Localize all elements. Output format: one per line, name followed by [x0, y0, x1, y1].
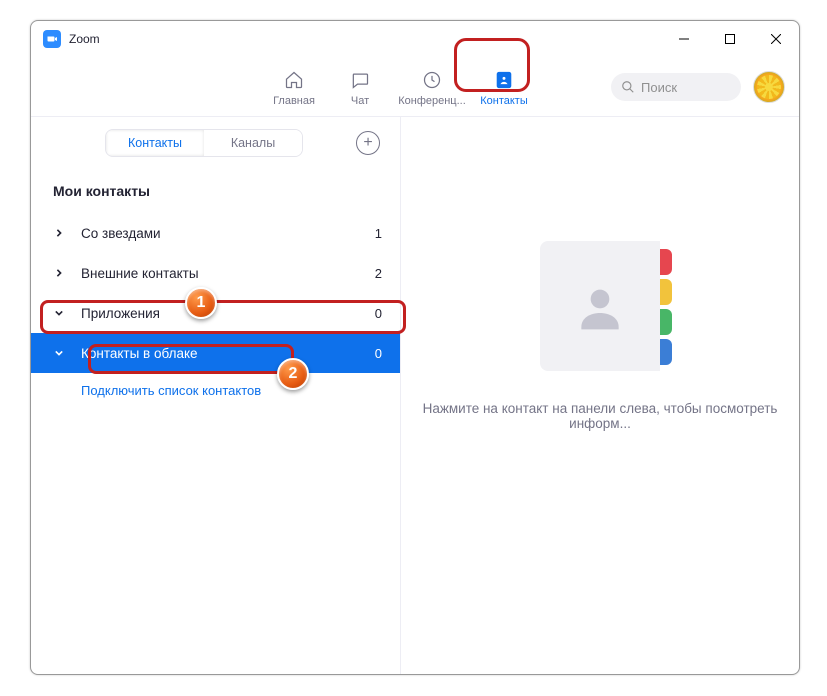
connect-contacts-link[interactable]: Подключить список контактов: [31, 373, 400, 408]
row-cloud-label: Контакты в облаке: [81, 346, 198, 361]
badge-2: 2: [277, 358, 309, 390]
sidebar: Контакты Каналы + Мои контакты Со звезда…: [31, 117, 401, 674]
clock-icon: [422, 69, 442, 91]
avatar[interactable]: [753, 71, 785, 103]
search-input[interactable]: Поиск: [611, 73, 741, 101]
nav-chat-label: Чат: [351, 95, 369, 107]
chevron-down-icon: [53, 349, 65, 357]
row-external-count: 2: [375, 266, 382, 281]
row-starred[interactable]: Со звездами 1: [31, 213, 400, 253]
contacts-illustration: [540, 241, 660, 371]
row-starred-count: 1: [375, 226, 382, 241]
main-panel: Нажмите на контакт на панели слева, чтоб…: [401, 117, 799, 674]
seg-contacts[interactable]: Контакты: [106, 130, 204, 156]
close-button[interactable]: [753, 21, 799, 57]
seg-channels[interactable]: Каналы: [204, 130, 302, 156]
nav-meetings-label: Конференц...: [398, 95, 466, 107]
section-title: Мои контакты: [31, 175, 400, 213]
add-contact-button[interactable]: +: [356, 131, 380, 155]
chevron-right-icon: [53, 269, 65, 277]
chat-icon: [350, 69, 370, 91]
nav-contacts[interactable]: Контакты: [471, 65, 537, 107]
app-icon: [43, 30, 61, 48]
row-cloud-count: 0: [375, 346, 382, 361]
nav-meetings[interactable]: Конференц...: [393, 65, 471, 107]
badge-1: 1: [185, 287, 217, 319]
row-external[interactable]: Внешние контакты 2: [31, 253, 400, 293]
row-cloud[interactable]: Контакты в облаке 0: [31, 333, 400, 373]
segmented-control: Контакты Каналы: [105, 129, 303, 157]
home-icon: [284, 69, 304, 91]
toolbar: Главная Чат Конференц... Контакты Поиск: [31, 57, 799, 117]
row-apps-label: Приложения: [81, 306, 160, 321]
row-starred-label: Со звездами: [81, 226, 161, 241]
hint-text: Нажмите на контакт на панели слева, чтоб…: [401, 401, 799, 431]
nav-chat[interactable]: Чат: [327, 65, 393, 107]
contacts-icon: [494, 69, 514, 91]
app-title: Zoom: [69, 32, 100, 46]
titlebar: Zoom: [31, 21, 799, 57]
chevron-right-icon: [53, 229, 65, 237]
nav-contacts-label: Контакты: [480, 95, 528, 107]
chevron-down-icon: [53, 309, 65, 317]
row-external-label: Внешние контакты: [81, 266, 199, 281]
row-apps-count: 0: [375, 306, 382, 321]
search-icon: [621, 80, 635, 94]
search-placeholder: Поиск: [641, 80, 677, 95]
minimize-button[interactable]: [661, 21, 707, 57]
maximize-button[interactable]: [707, 21, 753, 57]
nav-home-label: Главная: [273, 95, 315, 107]
nav-home[interactable]: Главная: [261, 65, 327, 107]
